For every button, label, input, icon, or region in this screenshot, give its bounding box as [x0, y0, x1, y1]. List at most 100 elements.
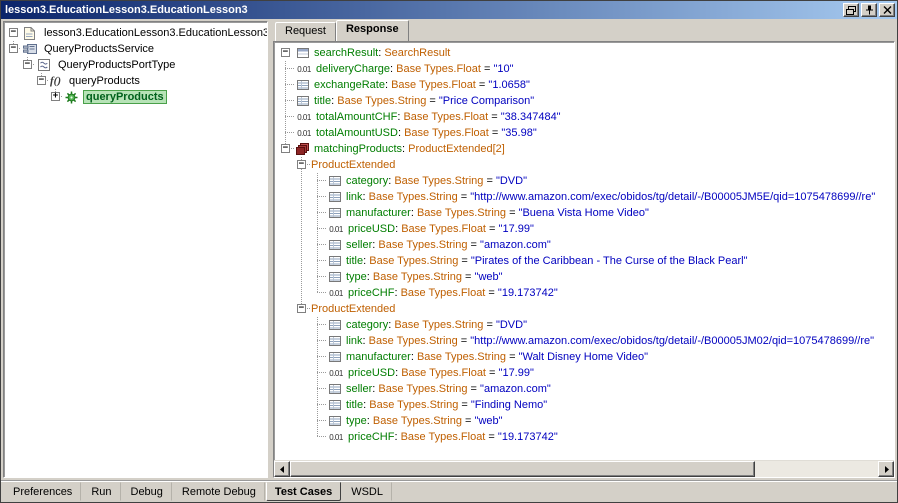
explorer-tree-item[interactable]: −f()queryProducts [7, 73, 267, 89]
service-explorer-tree: −lesson3.EducationLesson3.EducationLesso… [7, 25, 267, 105]
bottom-tab-remote-debug[interactable]: Remote Debug [173, 482, 265, 501]
collapse-toggle[interactable]: − [9, 28, 18, 37]
tree-spacer [278, 269, 294, 285]
field-value: "amazon.com" [480, 239, 551, 251]
string-icon [326, 399, 343, 411]
tree-spacer [278, 301, 294, 317]
scroll-right-button[interactable] [878, 461, 894, 477]
explorer-tree-item[interactable]: −QueryProductsPortType [7, 57, 267, 73]
horizontal-scrollbar[interactable] [274, 460, 894, 477]
tab-response[interactable]: Response [336, 20, 409, 41]
response-tree-row[interactable]: 0.01priceCHF: Base Types.Float = "19.173… [278, 285, 894, 301]
field-type: SearchResult [384, 47, 450, 59]
field-value: "35.98" [501, 127, 536, 139]
restore-button[interactable] [843, 3, 859, 17]
restore-icon [846, 6, 856, 15]
bottom-tab-run[interactable]: Run [82, 482, 120, 501]
tree-connector [310, 205, 326, 221]
response-tree-row[interactable]: −searchResult: SearchResult [278, 45, 894, 61]
tree-guide [294, 253, 310, 269]
window-titlebar[interactable]: lesson3.EducationLesson3.EducationLesson… [1, 1, 897, 19]
field-type: ProductExtended[2] [408, 143, 505, 155]
explorer-tree-item[interactable]: −lesson3.EducationLesson3.EducationLesso… [7, 25, 267, 41]
tree-spacer [7, 57, 21, 73]
window-controls [843, 3, 895, 17]
field-value: "DVD" [496, 319, 527, 331]
response-tree-row[interactable]: type: Base Types.String = "web" [278, 413, 894, 429]
response-tree-row[interactable]: 0.01priceCHF: Base Types.Float = "19.173… [278, 429, 894, 445]
bottom-tab-debug[interactable]: Debug [122, 482, 172, 501]
bottom-tab-wsdl[interactable]: WSDL [342, 482, 392, 501]
bottom-tab-test-cases[interactable]: Test Cases [266, 482, 341, 501]
explorer-tree-item[interactable]: −QueryProductsService [7, 41, 267, 57]
response-tree-row[interactable]: 0.01priceUSD: Base Types.Float = "17.99" [278, 221, 894, 237]
close-button[interactable] [879, 3, 895, 17]
tree-root-cell: − [278, 45, 294, 61]
collapse-toggle[interactable]: − [9, 44, 18, 53]
response-tree-row[interactable]: link: Base Types.String = "http://www.am… [278, 333, 894, 349]
scrollbar-thumb[interactable] [290, 461, 755, 477]
response-tree-row[interactable]: title: Base Types.String = "Finding Nemo… [278, 397, 894, 413]
tab-request[interactable]: Request [275, 22, 336, 41]
field-type: Base Types.String [417, 351, 506, 363]
collapse-toggle[interactable]: − [297, 304, 306, 313]
field-value: "10" [493, 63, 513, 75]
scrollbar-track[interactable] [290, 461, 878, 477]
response-tree-row[interactable]: −ProductExtended [278, 157, 894, 173]
scroll-left-button[interactable] [274, 461, 290, 477]
tree-spacer [278, 157, 294, 173]
response-tree-row[interactable]: manufacturer: Base Types.String = "Buena… [278, 205, 894, 221]
main-area: −lesson3.EducationLesson3.EducationLesso… [1, 19, 897, 480]
tree-connector [310, 237, 326, 253]
operation-icon [63, 91, 80, 104]
field-name: deliveryCharge [316, 63, 390, 75]
expand-toggle[interactable]: + [51, 92, 60, 101]
tree-connector [310, 413, 326, 429]
field-text: exchangeRate: Base Types.Float = "1.0658… [314, 79, 530, 91]
tree-spacer [278, 189, 294, 205]
string-icon [294, 79, 311, 91]
field-type: Base Types.String [369, 335, 458, 347]
collapse-toggle[interactable]: − [37, 76, 46, 85]
collapse-toggle[interactable]: − [281, 48, 290, 57]
float-icon: 0.01 [294, 129, 314, 138]
field-type: Base Types.Float [401, 223, 486, 235]
tree-spacer [278, 413, 294, 429]
response-tree-row[interactable]: seller: Base Types.String = "amazon.com" [278, 381, 894, 397]
field-value: "Finding Nemo" [471, 399, 547, 411]
tree-spacer [278, 349, 294, 365]
close-icon [883, 6, 892, 14]
field-type: ProductExtended [311, 159, 395, 171]
response-tree-row[interactable]: type: Base Types.String = "web" [278, 269, 894, 285]
response-tree-row[interactable]: −ProductExtended [278, 301, 894, 317]
tree-spacer [7, 89, 21, 105]
tree-spacer [21, 73, 35, 89]
response-tree-row[interactable]: manufacturer: Base Types.String = "Walt … [278, 349, 894, 365]
field-type: Base Types.String [394, 175, 483, 187]
response-tree-row[interactable]: title: Base Types.String = "Price Compar… [278, 93, 894, 109]
response-tree-row[interactable]: 0.01deliveryCharge: Base Types.Float = "… [278, 61, 894, 77]
string-icon [326, 415, 343, 427]
project-icon [21, 27, 38, 40]
response-tree-row[interactable]: −matchingProducts: ProductExtended[2] [278, 141, 894, 157]
porttype-icon [35, 59, 52, 71]
response-tree-row[interactable]: 0.01totalAmountCHF: Base Types.Float = "… [278, 109, 894, 125]
collapse-toggle[interactable]: − [23, 60, 32, 69]
bottom-tab-preferences[interactable]: Preferences [4, 482, 81, 501]
pin-button[interactable] [861, 3, 877, 17]
response-tree-row[interactable]: category: Base Types.String = "DVD" [278, 173, 894, 189]
field-text: priceUSD: Base Types.Float = "17.99" [348, 367, 534, 379]
response-tree-row[interactable]: title: Base Types.String = "Pirates of t… [278, 253, 894, 269]
collapse-toggle[interactable]: − [281, 144, 290, 153]
response-tree-row[interactable]: 0.01priceUSD: Base Types.Float = "17.99" [278, 365, 894, 381]
field-name: manufacturer [346, 351, 411, 363]
string-icon [326, 351, 343, 363]
response-tree-row[interactable]: seller: Base Types.String = "amazon.com" [278, 237, 894, 253]
response-tree-row[interactable]: 0.01totalAmountUSD: Base Types.Float = "… [278, 125, 894, 141]
field-name: seller [346, 239, 372, 251]
response-tree-row[interactable]: link: Base Types.String = "http://www.am… [278, 189, 894, 205]
explorer-tree-item[interactable]: +queryProducts [7, 89, 267, 105]
collapse-toggle[interactable]: − [297, 160, 306, 169]
response-tree-row[interactable]: category: Base Types.String = "DVD" [278, 317, 894, 333]
response-tree-row[interactable]: exchangeRate: Base Types.Float = "1.0658… [278, 77, 894, 93]
